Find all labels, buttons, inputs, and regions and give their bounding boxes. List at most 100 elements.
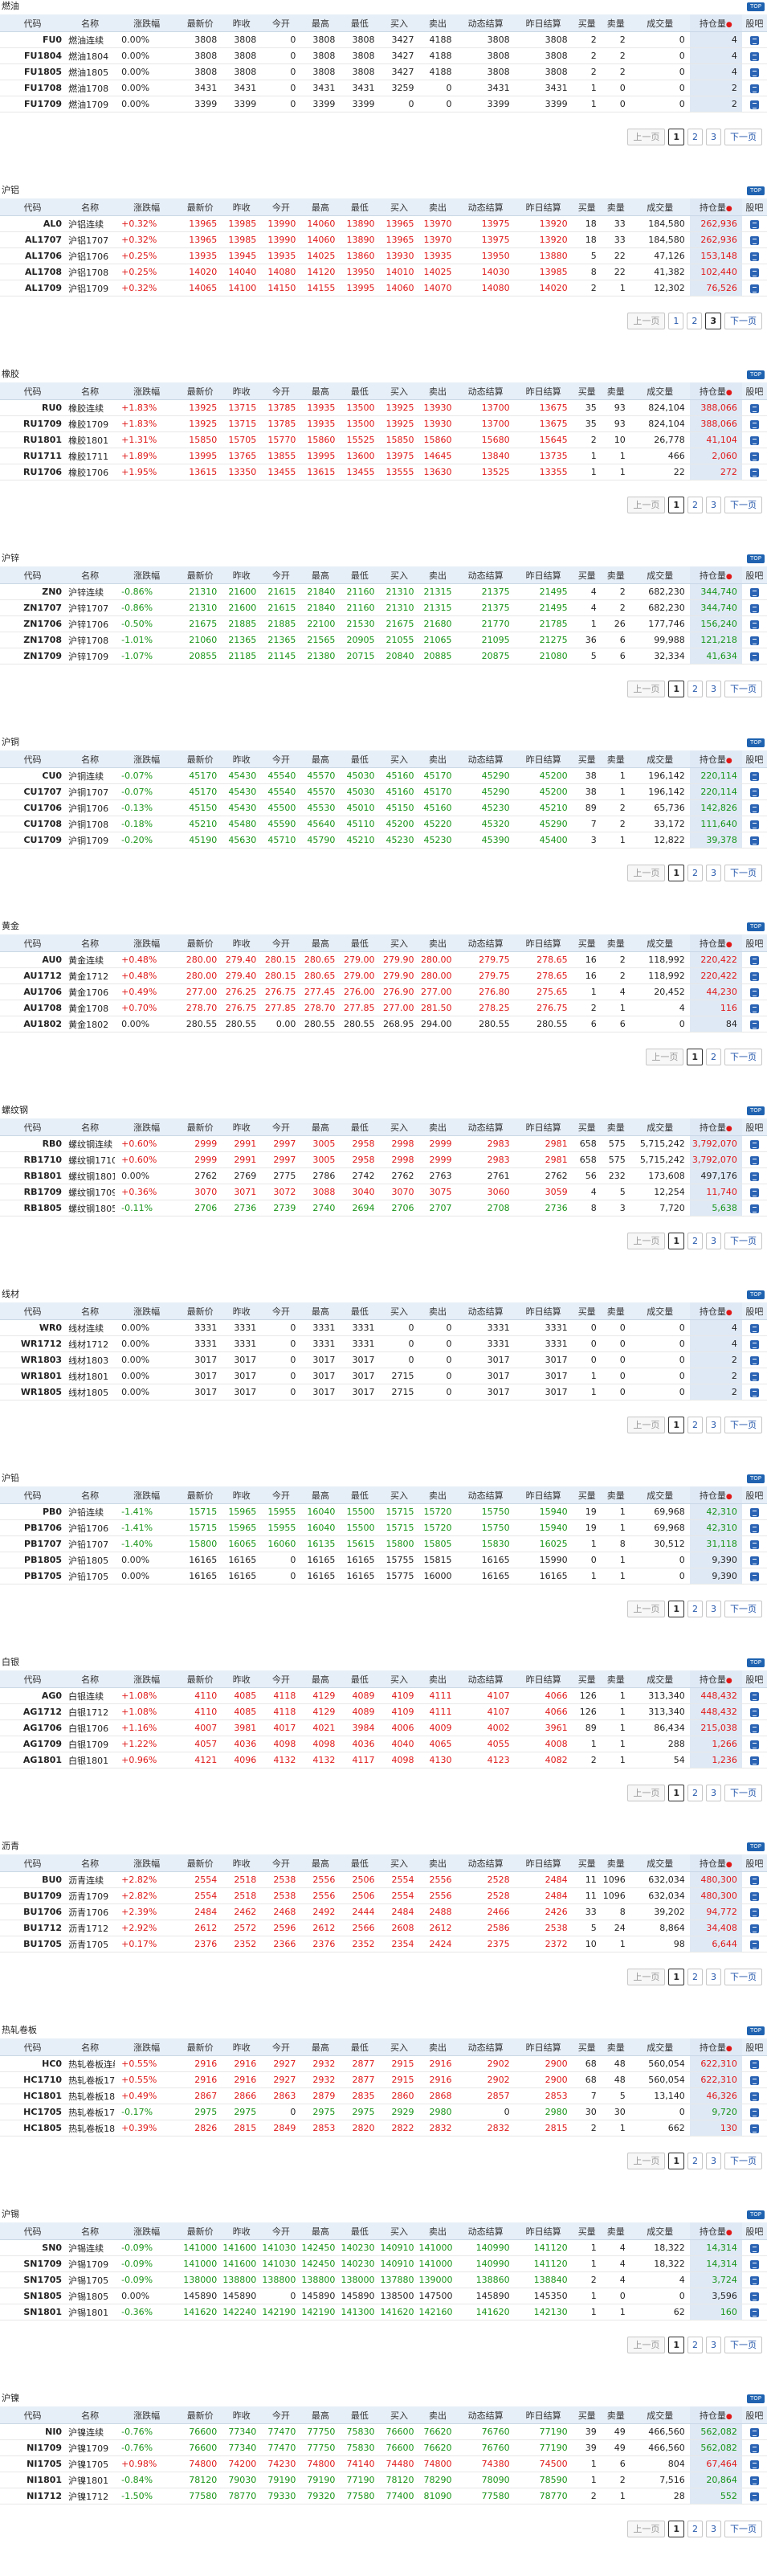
column-header[interactable]: 名称 <box>65 2222 116 2240</box>
column-header[interactable]: 昨日结算 <box>514 750 573 768</box>
column-header[interactable]: 最新价 <box>178 750 222 768</box>
forum-icon[interactable] <box>749 820 759 829</box>
forum-icon[interactable] <box>749 100 759 109</box>
table-row[interactable]: HC1801热轧卷板1801+0.49%28672866286328792835… <box>0 2087 767 2104</box>
forum-icon[interactable] <box>749 1355 759 1365</box>
contract-name-link[interactable]: 橡胶1711 <box>65 448 116 464</box>
contract-name-link[interactable]: 沪锌1709 <box>65 648 116 664</box>
column-header[interactable]: 最低 <box>340 1854 380 1872</box>
page-number-button[interactable]: 1 <box>668 2153 684 2169</box>
contract-code-link[interactable]: BU1712 <box>0 1920 66 1936</box>
column-header[interactable]: 股吧 <box>741 382 767 400</box>
next-page-button[interactable]: 下一页 <box>724 1049 762 1065</box>
column-header[interactable]: 卖量 <box>601 1118 630 1136</box>
column-header[interactable]: 买入 <box>379 2406 419 2424</box>
column-header[interactable]: 昨收 <box>222 382 262 400</box>
contract-code-link[interactable]: HC1805 <box>0 2120 66 2136</box>
prev-page-button[interactable]: 上一页 <box>627 129 666 145</box>
table-row[interactable]: NI1709 沪镍1709 -0.76% 76600 77340 77470 77750 75… <box>0 2439 767 2456</box>
table-row[interactable]: AL1708 沪铝1708 +0.25% 14020 14040 14080 14120 13… <box>0 264 767 280</box>
column-header[interactable]: 昨收 <box>222 1854 262 1872</box>
column-header[interactable]: 最高 <box>300 566 341 584</box>
column-header[interactable]: 今开 <box>261 1302 301 1320</box>
column-header[interactable]: 名称 <box>65 14 116 32</box>
forum-icon[interactable] <box>749 1907 759 1917</box>
contract-code-link[interactable]: RB1709 <box>0 1184 66 1200</box>
forum-icon[interactable] <box>749 1691 759 1701</box>
column-header[interactable]: 涨跌幅 <box>115 198 179 216</box>
column-header[interactable]: 买入 <box>379 1486 419 1504</box>
column-header[interactable]: 昨收 <box>222 750 262 768</box>
column-header[interactable]: 最高 <box>300 198 341 216</box>
page-number-button[interactable]: 3 <box>706 1417 721 1433</box>
contract-name-link[interactable]: 沪锌1708 <box>65 632 116 648</box>
forum-icon[interactable] <box>749 587 759 597</box>
column-header[interactable]: 股吧 <box>741 14 767 32</box>
back-to-top-button[interactable]: TOP <box>747 922 765 931</box>
column-header[interactable]: 代码 <box>0 382 66 400</box>
table-row[interactable]: NI0 沪镍连续 -0.76% 76600 77340 77470 77750 75830 76… <box>0 2423 767 2440</box>
column-header[interactable]: 买量 <box>572 1854 602 1872</box>
column-header[interactable]: 昨日结算 <box>514 566 573 584</box>
contract-name-link[interactable]: 沪铜1709 <box>65 832 116 848</box>
column-header[interactable]: 名称 <box>65 1854 116 1872</box>
column-header[interactable]: 最新价 <box>178 2222 222 2240</box>
column-header[interactable]: 买入 <box>379 750 419 768</box>
column-header[interactable]: 买入 <box>379 2222 419 2240</box>
page-number-button[interactable]: 2 <box>687 497 703 513</box>
column-header[interactable]: 今开 <box>261 1670 301 1688</box>
column-header[interactable]: 最低 <box>340 566 380 584</box>
forum-icon[interactable] <box>749 219 759 229</box>
contract-code-link[interactable]: RB1801 <box>0 1167 66 1184</box>
table-row[interactable]: FU1804 燃油1804 0.00% 3808 3808 0 3808 3808 3427 41… <box>0 47 767 64</box>
column-header[interactable]: 今开 <box>261 198 301 216</box>
table-row[interactable]: CU1709 沪铜1709 -0.20% 45190 45630 45710 45790 45… <box>0 832 767 848</box>
page-number-button[interactable]: 1 <box>668 313 684 329</box>
forum-icon[interactable] <box>749 1523 759 1533</box>
column-header[interactable]: 代码 <box>0 750 66 768</box>
table-row[interactable]: AL1709 沪铝1709 +0.32% 14065 14100 14150 14155 13… <box>0 280 767 296</box>
table-row[interactable]: RU1706 橡胶1706 +1.95% 13615 13350 13455 13615 13… <box>0 464 767 480</box>
prev-page-button[interactable]: 上一页 <box>627 1601 666 1617</box>
forum-icon[interactable] <box>749 1572 759 1581</box>
column-header[interactable]: 最高 <box>300 382 341 400</box>
contract-name-link[interactable]: 橡胶1706 <box>65 464 116 480</box>
contract-name-link[interactable]: 沪铜连续 <box>65 767 116 784</box>
forum-icon[interactable] <box>749 1155 759 1165</box>
column-header[interactable]: 名称 <box>65 2406 116 2424</box>
contract-name-link[interactable]: 线材1805 <box>65 1384 116 1400</box>
table-row[interactable]: RU0 橡胶连续 +1.83% 13925 13715 13785 13935 13500 13… <box>0 399 767 416</box>
next-page-button[interactable]: 下一页 <box>724 865 762 881</box>
column-header[interactable]: 卖出 <box>418 2038 457 2056</box>
contract-code-link[interactable]: WR1801 <box>0 1368 66 1384</box>
column-header[interactable]: 涨跌幅 <box>115 1302 179 1320</box>
next-page-button[interactable]: 下一页 <box>724 1969 762 1985</box>
column-header[interactable]: 昨收 <box>222 1118 262 1136</box>
column-header[interactable]: 卖量 <box>601 14 630 32</box>
table-row[interactable]: AU1708 黄金1708 +0.70% 278.70 276.75 277.85 278.… <box>0 1000 767 1016</box>
table-row[interactable]: RB1709 螺纹钢1709 +0.36% 3070 3071 3072 3088 3040 3… <box>0 1184 767 1200</box>
contract-code-link[interactable]: PB0 <box>0 1503 66 1520</box>
column-header[interactable]: 最新价 <box>178 198 222 216</box>
contract-code-link[interactable]: FU1804 <box>0 47 66 64</box>
page-number-button[interactable]: 3 <box>706 1233 721 1249</box>
column-header[interactable]: 动态结算 <box>456 2222 515 2240</box>
back-to-top-button[interactable]: TOP <box>747 1658 765 1667</box>
next-page-button[interactable]: 下一页 <box>724 1417 762 1433</box>
table-row[interactable]: WR1803 线材1803 0.00% 3017 3017 0 3017 3017 0 0 3017… <box>0 1351 767 1368</box>
contract-code-link[interactable]: CU1709 <box>0 832 66 848</box>
column-header[interactable]: 最新价 <box>178 1854 222 1872</box>
prev-page-button[interactable]: 上一页 <box>627 1785 666 1801</box>
column-header[interactable]: 代码 <box>0 1854 66 1872</box>
back-to-top-button[interactable]: TOP <box>747 554 765 563</box>
contract-name-link[interactable]: 沪铅1707 <box>65 1535 116 1552</box>
column-header[interactable]: 买入 <box>379 934 419 952</box>
column-header[interactable]: 持仓量● <box>689 2406 742 2424</box>
contract-name-link[interactable]: 黄金1708 <box>65 1000 116 1016</box>
back-to-top-button[interactable]: TOP <box>747 2394 765 2403</box>
contract-name-link[interactable]: 白银1712 <box>65 1703 116 1720</box>
contract-code-link[interactable]: ZN1706 <box>0 615 66 632</box>
column-header[interactable]: 动态结算 <box>456 14 515 32</box>
column-header[interactable]: 持仓量● <box>689 1854 742 1872</box>
column-header[interactable]: 卖出 <box>418 382 457 400</box>
